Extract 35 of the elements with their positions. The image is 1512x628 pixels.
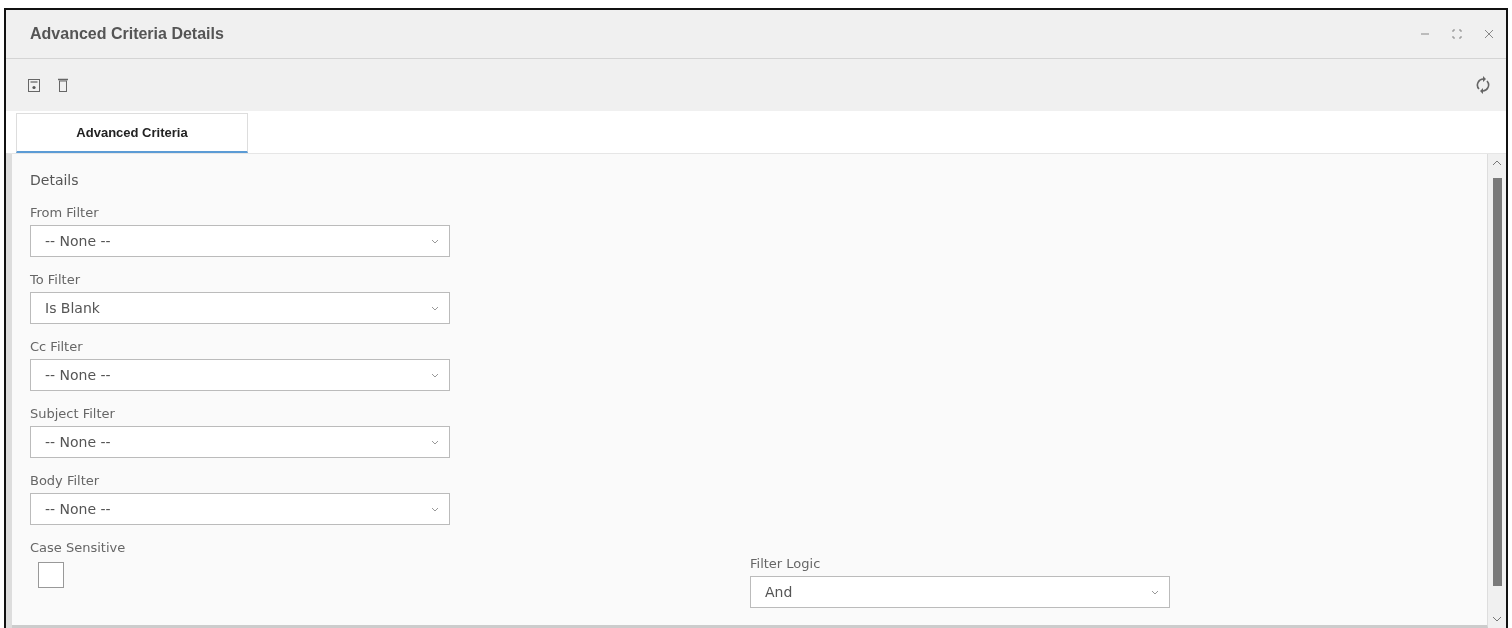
dropdown[interactable]: -- None --: [30, 426, 450, 458]
close-icon: [1484, 29, 1494, 39]
scroll-down-icon[interactable]: [1492, 616, 1502, 622]
caret-icon: [1151, 589, 1159, 595]
maximize-icon: [1452, 29, 1462, 39]
refresh-icon: [1476, 76, 1490, 94]
window-title: Advanced Criteria Details: [30, 25, 225, 43]
dropdown[interactable]: -- None --: [30, 225, 450, 257]
field-label: Case Sensitive: [30, 540, 126, 555]
field-label: To Filter: [30, 272, 80, 287]
section-title: Details: [30, 172, 80, 188]
caret-icon: [431, 439, 439, 445]
delete-button[interactable]: [56, 76, 70, 94]
caret-icon: [431, 506, 439, 512]
field-label: From Filter: [30, 205, 99, 220]
caret-icon: [431, 305, 439, 311]
caret-icon: [431, 238, 439, 244]
dropdown[interactable]: -- None --: [30, 359, 450, 391]
tab[interactable]: Advanced Criteria: [16, 113, 248, 153]
save-icon: [28, 78, 40, 92]
trash-icon: [58, 78, 68, 92]
save-button[interactable]: [26, 76, 42, 94]
checkbox[interactable]: [38, 562, 64, 588]
scroll-up-icon[interactable]: [1492, 160, 1502, 166]
field-label: Filter Logic: [750, 556, 821, 571]
close-button[interactable]: [1482, 27, 1496, 41]
caret-icon: [431, 372, 439, 378]
field-label: Subject Filter: [30, 406, 115, 421]
refresh-button[interactable]: [1474, 74, 1492, 96]
scrollbar[interactable]: [1488, 154, 1506, 628]
field-label: Cc Filter: [30, 339, 83, 354]
dropdown[interactable]: Is Blank: [30, 292, 450, 324]
dropdown[interactable]: And: [750, 576, 1170, 608]
field-label: Body Filter: [30, 473, 100, 488]
dropdown[interactable]: -- None --: [30, 493, 450, 525]
